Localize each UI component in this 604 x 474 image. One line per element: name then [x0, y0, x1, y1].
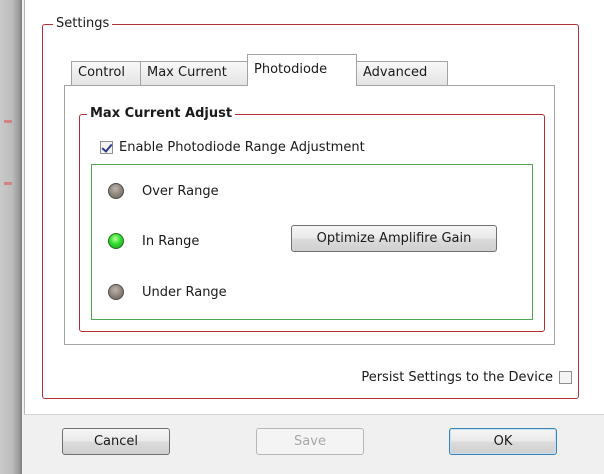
over-range-row: Over Range [108, 181, 219, 201]
under-range-led-icon [108, 284, 124, 300]
edge-mark [4, 120, 12, 123]
enable-range-adjustment-row[interactable]: Enable Photodiode Range Adjustment [100, 138, 365, 156]
footer-separator [24, 414, 604, 415]
in-range-row: In Range [108, 231, 199, 251]
in-range-label: In Range [142, 233, 200, 249]
max-current-adjust-title: Max Current Adjust [87, 106, 236, 122]
ok-button[interactable]: OK [449, 428, 557, 455]
max-current-adjust-group: Max Current Adjust Enable Photodiode Ran… [79, 106, 545, 332]
tab-control[interactable]: Control [71, 61, 141, 85]
tab-max-current[interactable]: Max Current [140, 61, 248, 85]
tab-advanced[interactable]: Advanced [356, 61, 448, 85]
range-status-box: Over Range In Range Under Range Optimize… [91, 164, 533, 320]
over-range-led-icon [108, 183, 124, 199]
save-button[interactable]: Save [256, 428, 364, 455]
photodiode-tab-panel: Max Current Adjust Enable Photodiode Ran… [64, 85, 555, 345]
enable-range-adjustment-checkbox[interactable] [100, 140, 113, 154]
persist-settings-label: Persist Settings to the Device [361, 369, 553, 385]
dialog-content: Settings Control Max Current Photodiode … [24, 0, 604, 414]
optimize-amplifier-gain-button[interactable]: Optimize Amplifire Gain [291, 225, 497, 252]
over-range-label: Over Range [142, 183, 219, 199]
tab-photodiode[interactable]: Photodiode [247, 54, 357, 86]
cancel-button[interactable]: Cancel [62, 428, 170, 455]
edge-mark [4, 182, 12, 185]
enable-range-adjustment-label: Enable Photodiode Range Adjustment [119, 139, 365, 155]
under-range-row: Under Range [108, 282, 227, 302]
persist-settings-row[interactable]: Persist Settings to the Device [361, 368, 572, 386]
under-range-label: Under Range [142, 284, 227, 300]
in-range-led-icon [108, 233, 124, 249]
settings-group-title: Settings [53, 16, 113, 32]
parent-window-edge [0, 0, 22, 474]
persist-settings-checkbox[interactable] [559, 370, 572, 384]
